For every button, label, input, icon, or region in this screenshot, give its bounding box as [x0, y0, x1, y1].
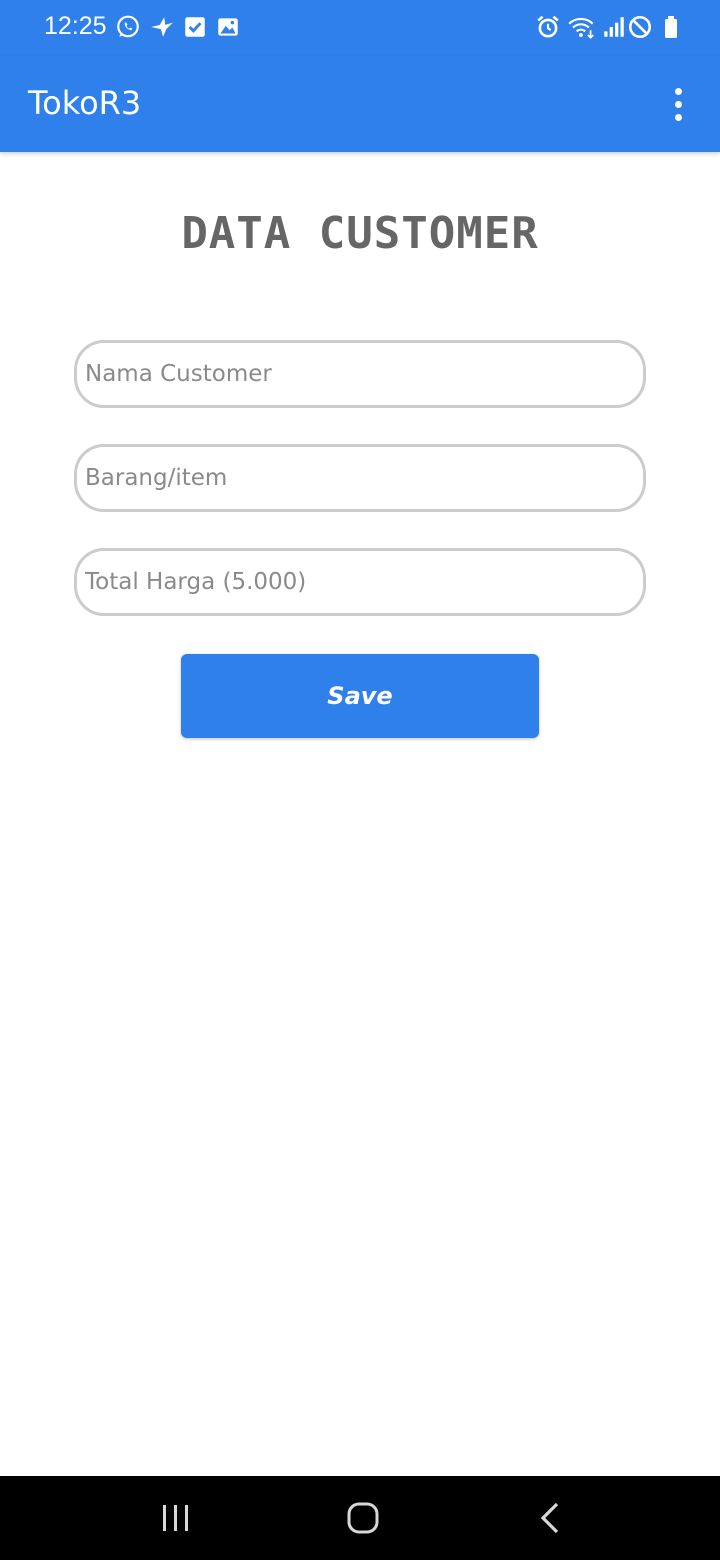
battery-icon: [660, 14, 682, 40]
back-icon[interactable]: [526, 1496, 574, 1540]
app-title: TokoR3: [28, 84, 142, 122]
alarm-icon: [535, 14, 561, 40]
signal-icon: [601, 14, 627, 40]
image-icon: [215, 14, 241, 40]
whatsapp-icon: [115, 14, 141, 40]
check-box-icon: [182, 14, 208, 40]
status-time: 12:25: [44, 12, 107, 40]
more-vertical-icon[interactable]: [658, 82, 698, 126]
customer-name-input[interactable]: [74, 340, 646, 408]
page-title: DATA CUSTOMER: [181, 208, 539, 259]
app-bar: TokoR3: [0, 56, 720, 152]
home-icon[interactable]: [339, 1496, 387, 1540]
bird-icon: [149, 14, 175, 40]
recent-apps-icon[interactable]: [152, 1496, 200, 1540]
item-input[interactable]: [74, 444, 646, 512]
total-price-input[interactable]: [74, 548, 646, 616]
do-not-disturb-icon: [627, 14, 653, 40]
save-button[interactable]: Save: [181, 654, 539, 738]
navigation-bar: [0, 1476, 720, 1560]
status-bar: 12:25: [0, 0, 720, 56]
wifi-icon: [567, 14, 597, 40]
